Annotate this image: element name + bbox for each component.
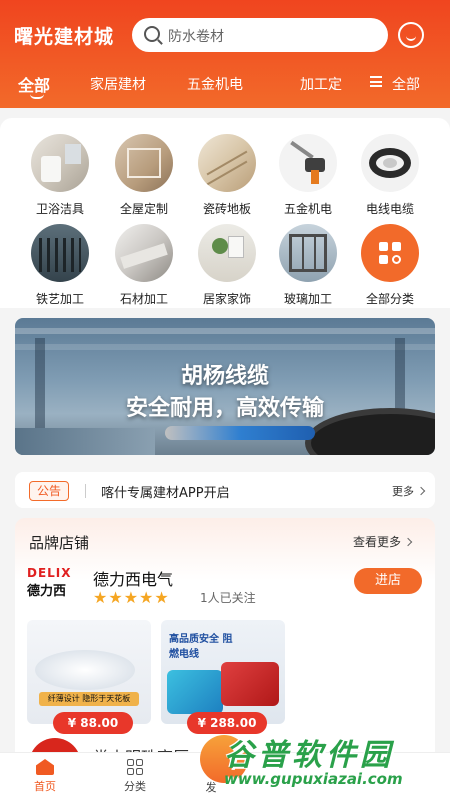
view-more-label: 查看更多	[353, 535, 402, 549]
cable-icon	[361, 134, 419, 192]
product-caption: 高品质安全 阻燃电线	[169, 634, 233, 660]
grid-icon	[127, 759, 143, 775]
category-item[interactable]: 全屋定制	[104, 134, 184, 217]
category-label: 电线电缆	[365, 202, 414, 216]
tile-icon	[198, 134, 256, 192]
message-icon[interactable]	[398, 22, 424, 48]
search-placeholder: 防水卷材	[168, 29, 224, 45]
category-label: 铁艺加工	[35, 292, 84, 306]
wire-coil-image	[167, 670, 223, 714]
tab-hardware[interactable]: 五金机电	[187, 74, 243, 94]
tab-all-menu[interactable]: 全部	[392, 74, 420, 94]
home-decor-icon	[198, 224, 256, 282]
category-grid: 卫浴洁具 全屋定制 瓷砖地板 五金机电 电线电缆 铁艺加工 石材加工 居家家饰 …	[0, 118, 450, 308]
category-label: 卫浴洁具	[35, 202, 84, 216]
rating-stars: ★★★★★	[93, 588, 170, 607]
store-logo-text: DELIX	[27, 566, 72, 580]
category-item[interactable]: 电线电缆	[350, 134, 430, 217]
banner-beam	[15, 328, 435, 334]
watermark-url: www.gupuxiazai.com	[224, 770, 403, 788]
stone-icon	[115, 224, 173, 282]
ceiling-light-image	[35, 650, 135, 690]
ironwork-icon	[31, 224, 89, 282]
notice-text: 喀什专属建材APP开启	[101, 486, 230, 501]
notice-more-link[interactable]: 更多	[392, 483, 426, 499]
banner-beam	[15, 344, 435, 350]
notice-bar[interactable]: 公告 喀什专属建材APP开启 更多	[15, 472, 435, 508]
category-item[interactable]: 铁艺加工	[20, 224, 100, 307]
nav-category[interactable]: 分类	[110, 759, 160, 794]
category-label: 居家家饰	[202, 292, 251, 306]
category-item[interactable]: 全部分类	[350, 224, 430, 307]
category-label: 玻璃加工	[283, 292, 332, 306]
search-input[interactable]: 防水卷材	[132, 18, 388, 52]
store-name[interactable]: 德力西电气	[93, 566, 173, 590]
nav-label: 发	[205, 781, 217, 794]
category-label: 全部分类	[365, 292, 414, 306]
hardware-tools-icon	[279, 134, 337, 192]
product-card[interactable]: 纤薄设计 隐形于天花板	[27, 620, 151, 724]
wire-coil-image	[221, 662, 279, 706]
store-logo: DELIX 德力西	[27, 566, 83, 602]
notice-more-label: 更多	[392, 485, 414, 498]
watermark-title: 谷普软件园	[224, 738, 394, 773]
chevron-right-icon	[416, 486, 426, 496]
banner-floor	[15, 428, 155, 455]
follower-count: 1人已关注	[200, 591, 256, 605]
tab-processing[interactable]: 加工定	[300, 74, 342, 94]
view-more-link[interactable]: 查看更多	[353, 533, 413, 550]
category-label: 全屋定制	[119, 202, 168, 216]
all-categories-icon	[361, 224, 419, 282]
category-tabs: 全部 家居建材 五金机电 加工定 全部	[0, 70, 450, 100]
category-item[interactable]: 石材加工	[104, 224, 184, 307]
watermark: 谷普软件园 www.gupuxiazai.com	[224, 730, 448, 794]
glass-icon	[279, 224, 337, 282]
nav-label: 分类	[124, 780, 146, 793]
product-caption: 纤薄设计 隐形于天花板	[39, 692, 139, 706]
chevron-right-icon	[403, 537, 413, 547]
notice-divider	[85, 484, 86, 498]
section-title: 品牌店铺	[29, 534, 90, 552]
menu-icon[interactable]	[370, 76, 382, 87]
nav-home[interactable]: 首页	[20, 759, 70, 794]
category-item[interactable]: 五金机电	[268, 134, 348, 217]
promo-banner[interactable]: 胡杨线缆 安全耐用，高效传输	[15, 318, 435, 455]
product-price: ¥ 88.00	[53, 712, 133, 734]
category-item[interactable]: 瓷砖地板	[187, 134, 267, 217]
nav-label: 首页	[34, 780, 56, 793]
product-card[interactable]: 高品质安全 阻燃电线	[161, 620, 285, 724]
banner-title: 胡杨线缆	[180, 364, 269, 389]
notice-tag: 公告	[29, 481, 69, 501]
enter-store-button[interactable]: 进店	[354, 568, 422, 594]
category-item[interactable]: 玻璃加工	[268, 224, 348, 307]
bathroom-icon	[31, 134, 89, 192]
category-label: 石材加工	[119, 292, 168, 306]
category-label: 五金机电	[283, 202, 332, 216]
category-label: 瓷砖地板	[202, 202, 251, 216]
search-icon	[144, 26, 160, 42]
app-title: 曙光建材城	[14, 26, 115, 48]
banner-subtitle: 安全耐用，高效传输	[125, 396, 324, 421]
tab-all[interactable]: 全部	[18, 72, 50, 96]
category-item[interactable]: 居家家饰	[187, 224, 267, 307]
category-item[interactable]: 卫浴洁具	[20, 134, 100, 217]
cable-image	[165, 426, 315, 440]
custom-furniture-icon	[115, 134, 173, 192]
tab-home-building[interactable]: 家居建材	[90, 74, 146, 94]
store-logo-subtext: 德力西	[27, 584, 67, 599]
top-header: 曙光建材城 防水卷材 全部 家居建材 五金机电 加工定 全部	[0, 0, 450, 108]
home-icon	[36, 759, 54, 775]
